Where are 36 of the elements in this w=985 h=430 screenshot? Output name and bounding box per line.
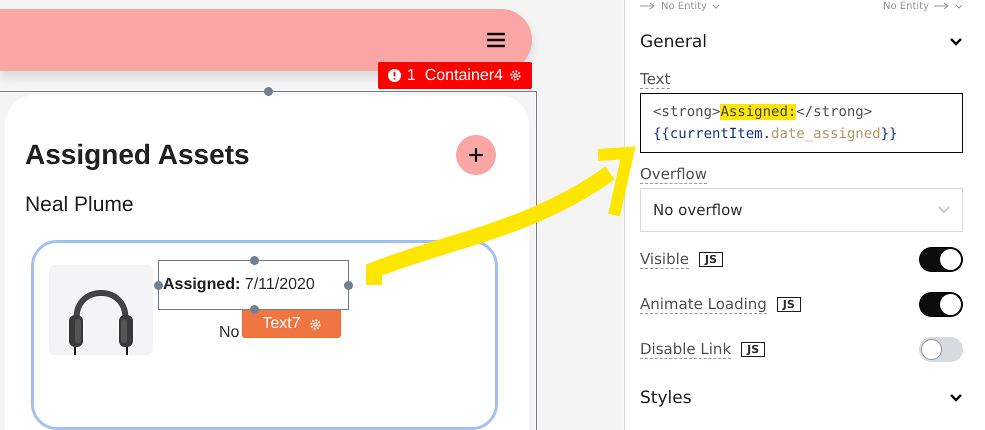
chevron-icon[interactable] <box>949 37 963 47</box>
status-text: No <box>219 324 240 342</box>
toggle-switch[interactable] <box>919 246 963 272</box>
add-button[interactable] <box>456 135 496 175</box>
chevron-icon[interactable] <box>949 393 963 403</box>
resize-handle[interactable] <box>154 281 163 290</box>
alert-icon <box>388 69 401 82</box>
user-name: Neal Plume <box>25 193 135 217</box>
toggle-label: Disable Link <box>640 340 732 358</box>
js-badge[interactable]: JS <box>741 342 766 356</box>
settings-icon <box>509 69 522 82</box>
settings-icon <box>308 318 322 330</box>
toggle-switch[interactable] <box>919 292 963 316</box>
resize-handle[interactable] <box>344 281 353 290</box>
arrow-icon <box>640 2 656 10</box>
arrow-icon <box>934 2 950 10</box>
toggle-label: Animate Loading <box>640 294 767 314</box>
field-label: Text <box>640 70 670 89</box>
resize-handle[interactable] <box>250 256 259 265</box>
plus-icon <box>468 147 484 163</box>
section-title[interactable]: Styles <box>640 388 692 408</box>
menu-icon[interactable] <box>486 32 506 48</box>
field-label: Overflow <box>640 165 707 184</box>
toggle-label: Visible <box>640 250 689 268</box>
resize-handle[interactable] <box>250 305 259 314</box>
js-badge[interactable]: JS <box>776 296 801 312</box>
toggle-switch[interactable] <box>919 336 963 362</box>
assigned-date-text: Assigned: 7/11/2020 <box>163 276 315 294</box>
chevron-icon <box>938 206 950 214</box>
section-title[interactable]: General <box>640 32 707 52</box>
card-title: Assigned Assets <box>25 139 250 171</box>
widget-error-badge[interactable]: 1 Container4 <box>378 62 532 89</box>
resize-handle[interactable] <box>264 87 273 96</box>
code-field[interactable]: <strong>Assigned:</strong> {{currentItem.date_assigned}} <box>640 93 963 153</box>
overflow-select[interactable]: No overflow <box>640 188 963 232</box>
js-badge[interactable]: JS <box>699 252 724 266</box>
